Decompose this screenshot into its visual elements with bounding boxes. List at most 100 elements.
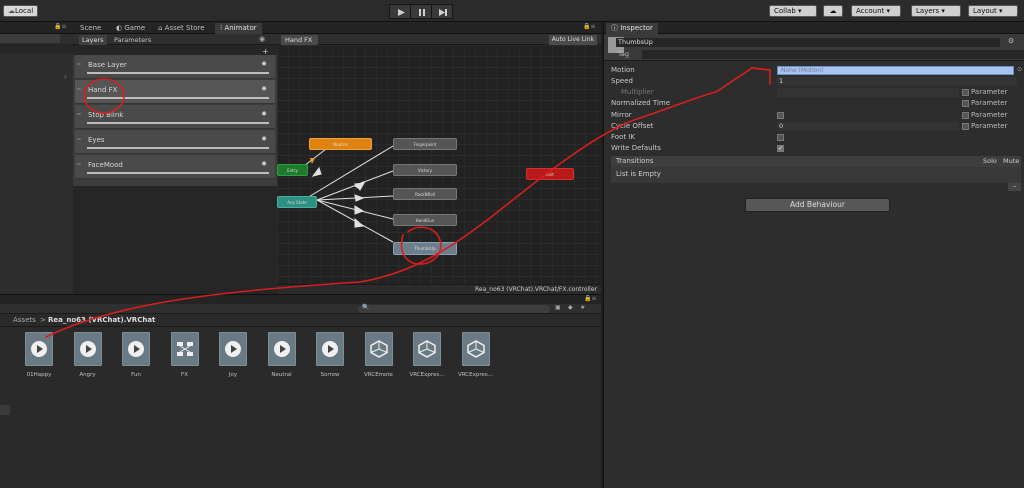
layer-weight-bar[interactable]: [87, 172, 269, 174]
collab-dropdown[interactable]: Collab ▾: [769, 5, 817, 17]
speed-field[interactable]: 1: [777, 77, 1017, 86]
eye-icon[interactable]: ◉: [259, 35, 265, 43]
cycle-offset-parameter-toggle[interactable]: Parameter: [962, 122, 1007, 131]
breadcrumb-folder[interactable]: Rea_no63 (VRChat).VRChat: [48, 316, 155, 324]
arrow-head: [354, 194, 365, 202]
layout-dropdown[interactable]: Layout ▾: [968, 5, 1018, 17]
lock-icon[interactable]: 🔒≡: [584, 295, 597, 302]
asset-item[interactable]: VRCExpres...: [454, 332, 498, 378]
tab-scene[interactable]: Scene: [75, 23, 106, 34]
chevron-right-icon[interactable]: ›: [64, 73, 67, 81]
drag-handle-icon[interactable]: ═: [77, 86, 81, 93]
project-search-input[interactable]: 🔍: [358, 304, 550, 313]
arrow-head: [311, 166, 322, 177]
layers-dropdown[interactable]: Layers ▾: [911, 5, 961, 17]
normalized-time-parameter-toggle[interactable]: Parameter: [962, 99, 1007, 108]
account-dropdown[interactable]: Account ▾: [851, 5, 901, 17]
normalized-time-label: Normalized Time: [611, 99, 671, 107]
layer-weight-bar[interactable]: [87, 147, 269, 149]
lock-icon[interactable]: 🔒≡: [583, 23, 596, 30]
add-behaviour-button[interactable]: Add Behaviour: [745, 198, 890, 212]
state-node-exit[interactable]: Exit: [526, 168, 574, 180]
inspector-header: ThumbsUp ⚙ Tag: [604, 34, 1024, 61]
write-defaults-checkbox[interactable]: ✓: [777, 145, 784, 152]
drag-handle-icon[interactable]: ═: [77, 136, 81, 143]
gear-icon[interactable]: ✹: [261, 85, 267, 93]
star-icon[interactable]: ★: [580, 304, 585, 311]
layer-weight-bar[interactable]: [87, 72, 269, 74]
gear-icon[interactable]: ✹: [261, 135, 267, 143]
asset-item[interactable]: Fun: [114, 332, 158, 378]
mirror-parameter-toggle[interactable]: Parameter: [962, 111, 1007, 120]
gear-icon[interactable]: ✹: [261, 160, 267, 168]
asset-item[interactable]: Joy: [211, 332, 255, 378]
state-node-fingerpoint[interactable]: Fingerpoint: [393, 138, 457, 150]
gear-icon[interactable]: ⚙: [1008, 37, 1014, 45]
arrow-head: [354, 205, 365, 215]
state-node-rocknroll[interactable]: RockNRoll: [393, 188, 457, 200]
tag-field[interactable]: [642, 50, 1024, 59]
pause-button[interactable]: [410, 4, 432, 19]
asset-label: VRCEmote: [364, 372, 393, 378]
layer-item[interactable]: ═ Hand FX ✹: [75, 80, 275, 104]
layer-weight-bar[interactable]: [87, 122, 269, 124]
subtab-layers[interactable]: Layers: [79, 35, 107, 45]
multiplier-dropdown[interactable]: [777, 88, 959, 97]
remove-transition-button[interactable]: –: [1008, 183, 1021, 191]
object-picker-icon[interactable]: ⊙: [1017, 66, 1022, 73]
tab-game[interactable]: ◐ Game: [111, 23, 150, 34]
pause-icon: [419, 9, 425, 16]
lock-icon[interactable]: 🔒≡: [54, 23, 67, 30]
gear-icon[interactable]: ✹: [261, 60, 267, 68]
tag-icon[interactable]: ◆: [568, 304, 573, 311]
state-node-entry[interactable]: Entry: [277, 164, 308, 176]
layers-subtabs: Layers Parameters ◉: [73, 34, 277, 45]
asset-item[interactable]: FX: [163, 332, 207, 378]
account-local-button[interactable]: ☁Local: [3, 5, 39, 17]
subtab-parameters[interactable]: Parameters: [111, 35, 154, 45]
foot-ik-checkbox[interactable]: [777, 134, 784, 141]
main-toolbar: ☁Local Collab ▾ ☁ Account ▾ Layers ▾ Lay…: [0, 0, 1024, 22]
layer-weight-bar[interactable]: [87, 97, 269, 99]
state-node-handgun[interactable]: HandGun: [393, 214, 457, 226]
drag-handle-icon[interactable]: ═: [77, 161, 81, 168]
mirror-checkbox[interactable]: [777, 112, 784, 119]
state-node-thumbsup[interactable]: ThumbsUp: [393, 242, 457, 255]
project-tabbar: 🔒≡: [0, 295, 601, 304]
drag-handle-icon[interactable]: ═: [77, 61, 81, 68]
filter-icon[interactable]: ▣: [555, 304, 561, 311]
hierarchy-search[interactable]: [0, 34, 60, 43]
layer-item[interactable]: ═ Stop Blink ✹: [75, 105, 275, 129]
asset-item[interactable]: 01Happy: [17, 332, 61, 378]
motion-field[interactable]: None (Motion): [777, 66, 1014, 75]
mirror-label: Mirror: [611, 111, 632, 119]
asset-item[interactable]: Angry: [66, 332, 110, 378]
step-button[interactable]: [431, 4, 453, 19]
play-button[interactable]: [389, 4, 411, 19]
state-name-field[interactable]: ThumbsUp: [616, 38, 1000, 47]
asset-item[interactable]: VRCExpres...: [405, 332, 449, 378]
gear-icon[interactable]: ✹: [261, 110, 267, 118]
animation-clip-icon: [73, 332, 102, 366]
state-node-any-state[interactable]: Any State: [277, 196, 317, 208]
tab-asset-store[interactable]: ⌂ Asset Store: [153, 23, 210, 34]
asset-item[interactable]: Sorrow: [308, 332, 352, 378]
project-side-scroll[interactable]: [0, 405, 10, 415]
layer-item[interactable]: ═ Eyes ✹: [75, 130, 275, 154]
tab-animator[interactable]: ⁝ Animator: [215, 23, 262, 34]
state-node-victory[interactable]: Victory: [393, 164, 457, 176]
asset-label: Fun: [131, 372, 141, 378]
cloud-services-button[interactable]: ☁: [823, 5, 843, 17]
tab-inspector[interactable]: ⓘ Inspector: [606, 23, 658, 34]
drag-handle-icon[interactable]: ═: [77, 111, 81, 118]
animation-clip-icon: [316, 332, 344, 366]
cycle-offset-field[interactable]: 0: [777, 122, 959, 131]
project-toolbar: 🔍 ▣ ◆ ★: [0, 304, 601, 314]
breadcrumb-assets[interactable]: Assets: [13, 316, 36, 324]
layer-item[interactable]: ═ FaceMood ✹: [75, 155, 275, 179]
layer-item[interactable]: ═ Base Layer ✹: [75, 55, 275, 79]
multiplier-parameter-toggle[interactable]: Parameter: [962, 88, 1007, 97]
state-node-neutral[interactable]: Neutral: [309, 138, 372, 150]
asset-item[interactable]: Neutral: [260, 332, 304, 378]
asset-item[interactable]: VRCEmote: [357, 332, 401, 378]
